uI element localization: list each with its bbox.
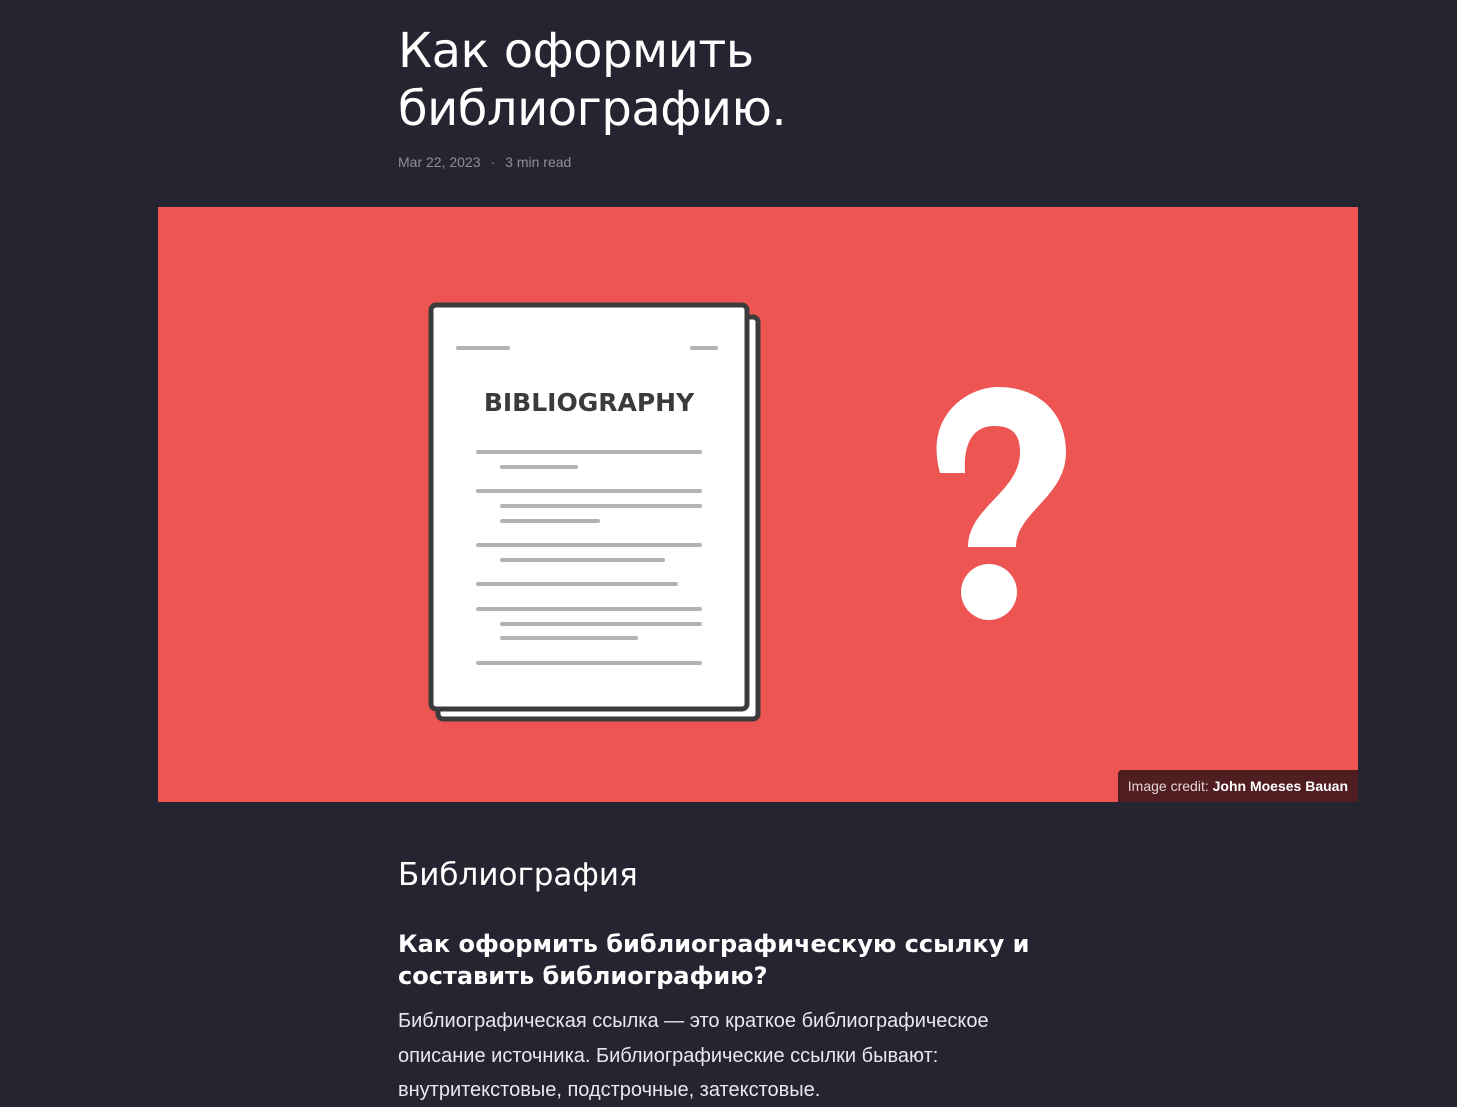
body-paragraph: Библиографическая ссылка — это краткое б… — [398, 1010, 989, 1101]
hero-image: BIBLIOGRAPHY Image credit: John Moeses B… — [158, 207, 1358, 802]
credit-author-link[interactable]: John Moeses Bauan — [1213, 778, 1348, 794]
hero-illustration: BIBLIOGRAPHY — [428, 302, 1066, 722]
article-title: Как оформить библиографию. — [398, 23, 787, 137]
credit-label: Image credit: — [1127, 778, 1209, 794]
meta-separator: · — [490, 154, 496, 170]
question-mark-icon — [936, 387, 1066, 620]
section-title: Библиография — [398, 857, 638, 893]
bibliography-document-icon: BIBLIOGRAPHY — [428, 302, 761, 722]
image-credit: Image credit: John Moeses Bauan — [1117, 770, 1358, 802]
publish-date: Mar 22, 2023 — [398, 154, 481, 170]
document-heading: BIBLIOGRAPHY — [484, 388, 695, 417]
read-time: 3 min read — [505, 154, 572, 170]
subheading: Как оформить библиографическую ссылку и … — [398, 930, 1030, 990]
article-meta: Mar 22, 2023 · 3 min read — [398, 154, 571, 170]
